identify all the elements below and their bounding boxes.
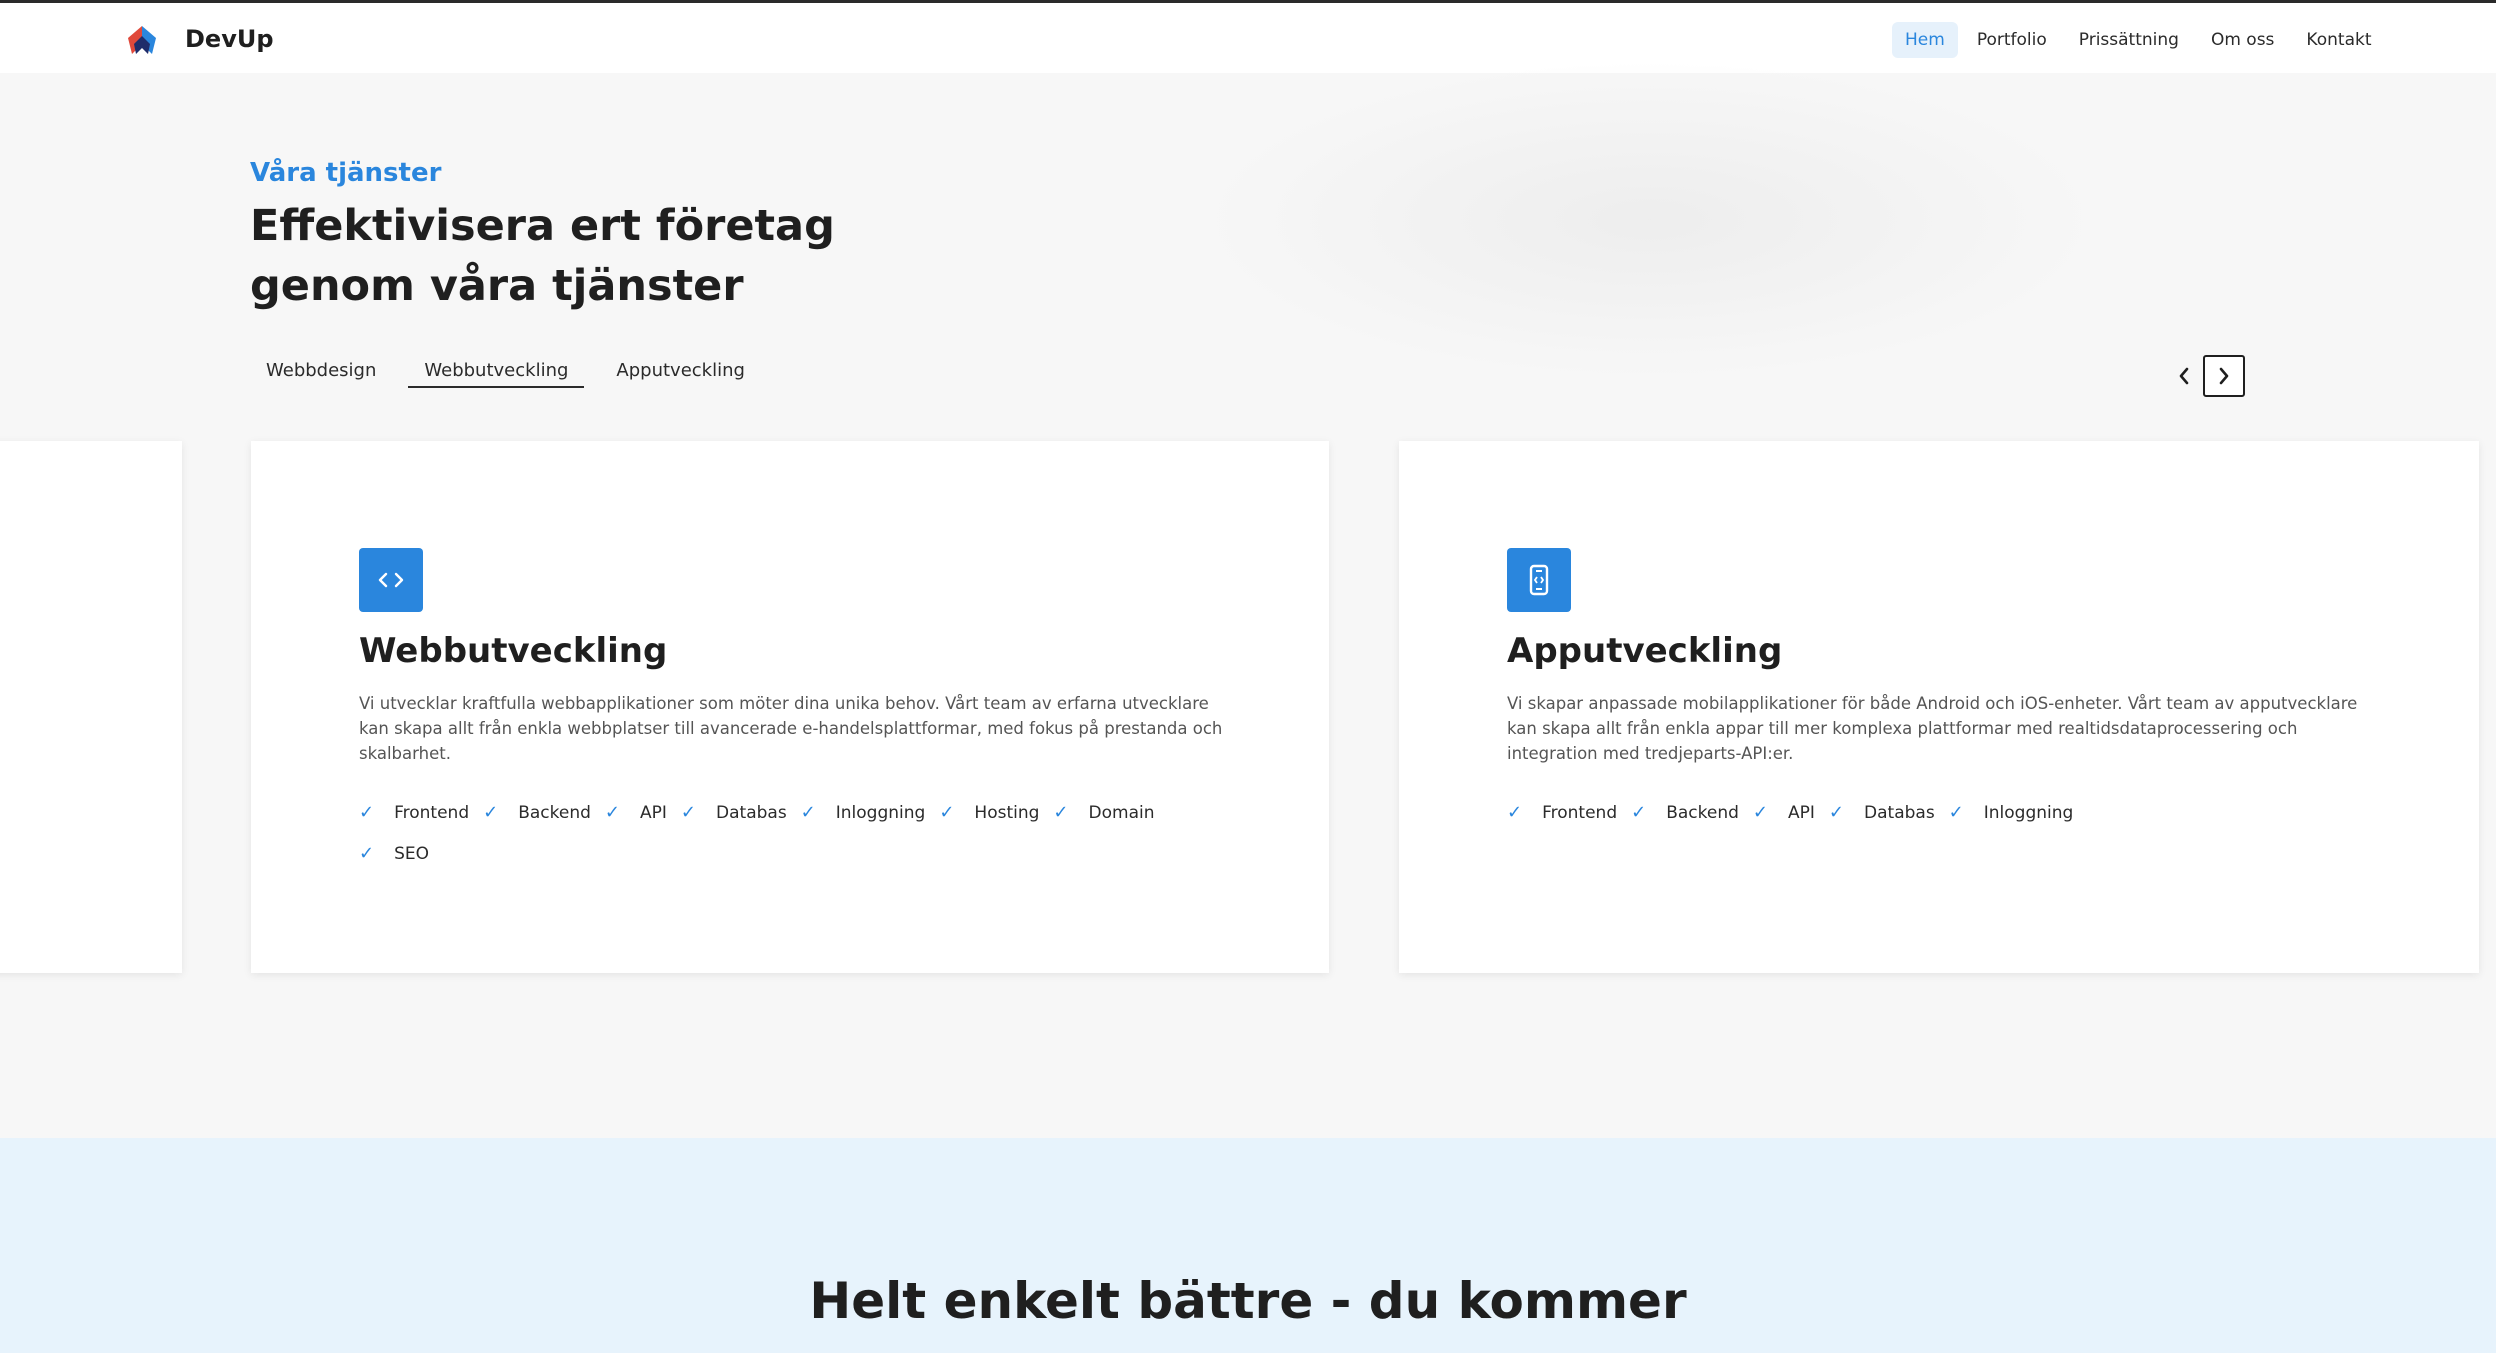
- section-eyebrow: Våra tjänster: [250, 158, 442, 188]
- chevron-right-icon: [2219, 367, 2229, 385]
- feature-item: ✓ Frontend: [359, 802, 470, 823]
- feature-item: ✓ Inloggning: [800, 802, 926, 823]
- tab-webbutveckling[interactable]: Webbutveckling: [408, 360, 585, 388]
- card-description: Vi utvecklar kraftfulla webbapplikatione…: [359, 694, 1223, 763]
- card-title: Webbutveckling: [359, 631, 668, 671]
- checkmark-icon: ✓: [1752, 802, 1769, 823]
- checkmark-icon: ✓: [483, 802, 499, 823]
- checkmark-icon: ✓: [604, 802, 621, 823]
- checkmark-icon: ✓: [800, 802, 816, 823]
- feature-list: ✓ Frontend ✓ Backend ✓ API ✓ Databas ✓ Inlogg…: [359, 800, 1239, 866]
- checkmark-icon: ✓: [1507, 802, 1523, 823]
- checkmark-icon: ✓: [1948, 802, 1964, 823]
- card-title: Apputveckling: [1507, 631, 1783, 671]
- feature-item: ✓ Databas: [680, 802, 787, 823]
- tab-apputveckling[interactable]: Apputveckling: [600, 360, 761, 388]
- devup-logo-icon[interactable]: [122, 24, 162, 56]
- checkmark-icon: ✓: [359, 843, 375, 864]
- feature-item: ✓ API: [604, 802, 667, 823]
- nav-item-hem[interactable]: Hem: [1892, 22, 1958, 58]
- tab-webbdesign[interactable]: Webbdesign: [250, 360, 392, 388]
- mobile-app-icon: [1507, 548, 1571, 612]
- service-card-partial: r: [0, 441, 182, 973]
- checkmark-icon: ✓: [680, 802, 697, 823]
- feature-item: ✓ Frontend: [1507, 802, 1618, 823]
- feature-item: ✓ Backend: [483, 802, 591, 823]
- headline-line-1: Effektivisera ert företag: [250, 201, 835, 251]
- checkmark-icon: ✓: [1053, 802, 1069, 823]
- nav-item-om-oss[interactable]: Om oss: [2198, 22, 2287, 58]
- feature-list: ✓ Frontend ✓ Backend ✓ API ✓ Databas ✓ Inlogg…: [1507, 800, 2387, 825]
- feature-item: ✓ Databas: [1828, 802, 1935, 823]
- feature-item: ✓ Inloggning: [1948, 802, 2074, 823]
- feature-item: ✓ SEO: [359, 843, 430, 864]
- headline-line-2: genom våra tjänster: [250, 261, 744, 311]
- nav-item-portfolio[interactable]: Portfolio: [1964, 22, 2060, 58]
- nav-item-prissattning[interactable]: Prissättning: [2066, 22, 2192, 58]
- feature-item: ✓ Backend: [1631, 802, 1739, 823]
- feature-item: ✓ Hosting: [939, 802, 1040, 823]
- main-nav: Hem Portfolio Prissättning Om oss Kontak…: [1892, 22, 2391, 58]
- service-tabs: Webbdesign Webbutveckling Apputveckling: [250, 360, 777, 388]
- bottom-section: Helt enkelt bättre - du kommer: [0, 1138, 2496, 1353]
- bottom-section-title: Helt enkelt bättre - du kommer: [809, 1272, 1687, 1330]
- feature-item: ✓ API: [1752, 802, 1815, 823]
- carousel-prev-button[interactable]: [2170, 362, 2198, 390]
- hero-background-decoration: [1200, 60, 2100, 380]
- carousel-next-button[interactable]: [2203, 355, 2245, 397]
- checkmark-icon: ✓: [1631, 802, 1647, 823]
- checkmark-icon: ✓: [939, 802, 955, 823]
- section-headline: Effektivisera ert företag genom våra tjä…: [250, 196, 950, 316]
- code-brackets-icon: [359, 548, 423, 612]
- card-description: Vi skapar anpassade mobilapplikationer f…: [1507, 694, 2358, 763]
- chevron-left-icon: [2179, 367, 2189, 385]
- checkmark-icon: ✓: [1828, 802, 1845, 823]
- service-card-webbutveckling: Webbutveckling Vi utvecklar kraftfulla w…: [251, 441, 1329, 973]
- nav-item-kontakt[interactable]: Kontakt: [2293, 22, 2384, 58]
- feature-item: ✓ Domain: [1053, 802, 1155, 823]
- checkmark-icon: ✓: [359, 802, 375, 823]
- brand-name[interactable]: DevUp: [185, 25, 274, 53]
- service-card-apputveckling: Apputveckling Vi skapar anpassade mobila…: [1399, 441, 2479, 973]
